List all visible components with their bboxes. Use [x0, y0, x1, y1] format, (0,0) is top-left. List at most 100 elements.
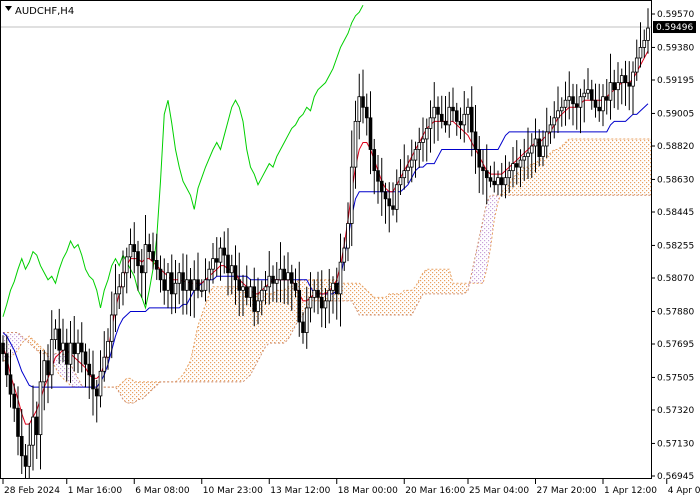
cloud-segment: [633, 138, 637, 196]
candle-body: [417, 142, 422, 150]
cloud-segment: [123, 378, 127, 403]
candle-body: [334, 282, 339, 295]
candle-body: [68, 342, 73, 365]
candle-body: [34, 416, 39, 436]
cloud-segment: [235, 286, 240, 382]
candle-body: [83, 351, 88, 365]
cloud-segment: [220, 286, 225, 382]
candle-body: [537, 138, 542, 157]
candle-body: [451, 106, 455, 112]
candle-body: [646, 27, 650, 41]
candle-body: [57, 328, 62, 351]
current-price-tag: 0.59496: [653, 21, 696, 34]
cloud-segment: [618, 138, 622, 196]
candle-body: [552, 117, 557, 126]
candle-body: [439, 113, 444, 122]
candle-body: [248, 286, 253, 298]
candle-body: [278, 268, 283, 281]
candle-body: [173, 282, 178, 295]
cloud-segment: [288, 286, 292, 340]
cloud-segment: [201, 304, 206, 382]
candle-body: [132, 244, 137, 252]
cloud-segment: [366, 290, 371, 315]
cloud-segment: [576, 138, 581, 196]
candle-body: [372, 149, 377, 172]
candle-body: [428, 117, 433, 129]
candle-body: [394, 184, 399, 210]
candle-body: [578, 96, 583, 108]
cloud-segment: [528, 163, 532, 196]
candle-body: [49, 339, 54, 376]
x-tick-label: 1 Apr 12:00: [604, 486, 657, 496]
cloud-segment: [134, 381, 138, 403]
cloud-segment: [644, 138, 648, 196]
candle-body: [477, 149, 482, 168]
candle-body: [147, 244, 152, 252]
candle-body: [98, 370, 103, 397]
candle-body: [233, 265, 238, 281]
cloud-segment: [456, 283, 461, 294]
candle-body: [124, 256, 129, 274]
candle-body: [154, 259, 159, 270]
cloud-segment: [243, 286, 247, 382]
candle-body: [387, 198, 392, 207]
candle-body: [496, 177, 500, 186]
cloud-segment: [441, 269, 446, 294]
candle-body: [109, 314, 114, 342]
cloud-segment: [400, 290, 405, 315]
candle-body: [473, 131, 478, 150]
candle-body: [402, 170, 407, 179]
y-axis: 0.59570 0.59380 0.59195 0.59005 0.58820 0.586…: [651, 10, 694, 482]
y-tick-label: 0.58820: [657, 142, 694, 152]
cloud-segment: [280, 290, 285, 344]
candle-body: [383, 191, 388, 200]
candle-body: [211, 258, 215, 270]
x-tick-label: 13 Mar 12:00: [270, 486, 330, 496]
cloud-segment: [213, 286, 217, 382]
candle-body: [608, 82, 613, 101]
candle-body: [316, 289, 320, 298]
candle-body: [526, 152, 530, 157]
cloud-segment: [224, 286, 228, 382]
candle-body: [492, 180, 497, 186]
candle-body: [188, 279, 193, 291]
candle-body: [612, 82, 617, 91]
x-tick-label: 1 Mar 16:00: [68, 486, 123, 496]
candle-body: [218, 247, 223, 263]
candle-body: [169, 272, 174, 295]
candle-body: [346, 223, 350, 249]
x-tick-label: 4 Apr 04:00: [668, 486, 700, 496]
cloud-segment: [381, 297, 386, 315]
cloud-segment: [216, 286, 221, 382]
candle-body: [106, 340, 110, 358]
candle-body: [391, 205, 395, 210]
cloud-segment: [554, 149, 558, 196]
candle-body: [207, 268, 212, 281]
cloud-segment: [595, 138, 600, 196]
candle-body: [586, 89, 590, 94]
candle-body: [61, 342, 65, 351]
cloud-segment: [198, 314, 202, 382]
candle-body: [574, 103, 579, 108]
cloud-segment: [445, 269, 450, 294]
candle-body: [181, 272, 185, 291]
candle-body: [361, 96, 365, 108]
candle-body: [323, 300, 328, 309]
candle-body: [342, 247, 347, 263]
candle-body: [627, 82, 632, 87]
chart-background: [0, 0, 700, 500]
cloud-segment: [348, 283, 352, 301]
candle-body: [312, 289, 317, 298]
candle-body: [8, 374, 13, 395]
candle-body: [338, 261, 343, 295]
candle-body: [72, 342, 77, 355]
cloud-segment: [246, 290, 251, 379]
cloud-segment: [588, 138, 592, 196]
y-tick-label: 0.59570: [657, 10, 694, 20]
x-tick-label: 20 Mar 16:00: [405, 486, 465, 496]
candle-body: [458, 120, 463, 126]
cloud-segment: [404, 290, 408, 315]
y-tick-label: 0.58255: [657, 241, 694, 251]
cloud-segment: [423, 269, 427, 294]
candle-body: [94, 388, 99, 397]
